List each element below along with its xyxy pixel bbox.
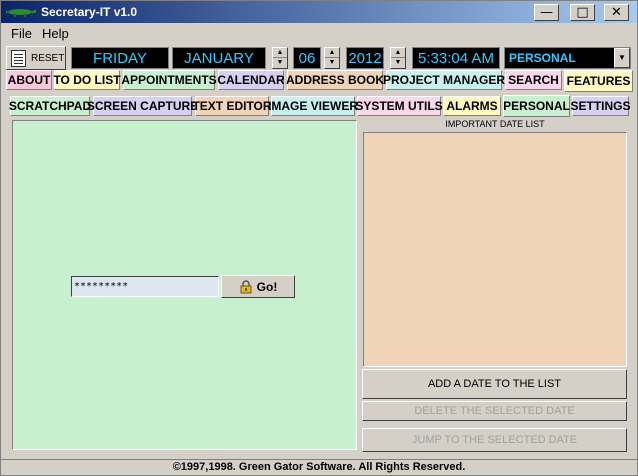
down-arrow-icon[interactable]: ▼: [391, 58, 405, 68]
month-display: JANUARY: [172, 47, 266, 69]
copyright-status: ©1997,1998. Green Gator Software. All Ri…: [1, 459, 637, 475]
jump-date-button[interactable]: JUMP TO THE SELECTED DATE: [362, 428, 627, 452]
lock-icon: [240, 279, 252, 293]
tab-address-book[interactable]: ADDRESS BOOK: [286, 70, 384, 90]
year-spinner[interactable]: ▲ ▼: [390, 47, 406, 69]
tab-system-utils[interactable]: SYSTEM UTILS: [355, 96, 443, 116]
down-arrow-icon[interactable]: ▼: [273, 58, 287, 68]
tab-personal[interactable]: PERSONAL: [503, 95, 570, 117]
date-spinner[interactable]: ▲ ▼: [324, 47, 340, 69]
reset-button[interactable]: RESET: [6, 46, 66, 70]
menu-file[interactable]: File: [11, 26, 32, 41]
password-field[interactable]: *********: [71, 276, 219, 297]
minimize-button[interactable]: —: [534, 4, 559, 21]
year-display: 2012: [346, 47, 384, 69]
reset-label: RESET: [31, 52, 65, 64]
add-date-button[interactable]: ADD A DATE TO THE LIST: [362, 369, 627, 399]
app-window: Secretary-IT v1.0 — □ ✕ File Help RESET …: [0, 0, 638, 476]
tab-screen-capture[interactable]: SCREEN CAPTURE: [87, 96, 198, 116]
calendar-page-icon: [11, 49, 26, 67]
maximize-button[interactable]: □: [570, 4, 595, 21]
tab-text-editor[interactable]: TEXT EDITOR: [192, 96, 272, 116]
date-list-panel: IMPORTANT DATE LIST ADD A DATE TO THE LI…: [361, 117, 629, 452]
tab-to-do-list[interactable]: TO DO LIST: [53, 70, 121, 90]
date-list-label: IMPORTANT DATE LIST: [445, 119, 545, 129]
up-arrow-icon[interactable]: ▲: [391, 48, 405, 58]
tab-scratchpad[interactable]: SCRATCHPAD: [9, 96, 91, 116]
tab-project-manager[interactable]: PROJECT MANAGER: [383, 70, 505, 90]
up-arrow-icon[interactable]: ▲: [325, 48, 339, 58]
toolbar: RESET FRIDAY JANUARY ▲ ▼ 06 ▲ ▼ 2012 ▲ ▼ 5:…: [1, 44, 637, 72]
time-display: 5:33:04 AM: [412, 47, 500, 69]
go-button[interactable]: Go!: [221, 275, 295, 298]
down-arrow-icon[interactable]: ▼: [325, 58, 339, 68]
close-button[interactable]: ✕: [604, 4, 629, 21]
category-select[interactable]: PERSONAL ▼: [504, 47, 631, 69]
delete-date-button[interactable]: DELETE THE SELECTED DATE: [362, 401, 627, 421]
go-label: Go!: [256, 279, 278, 294]
tab-search[interactable]: SEARCH: [505, 70, 562, 90]
personal-panel: ********* Go!: [12, 120, 357, 450]
tab-settings[interactable]: SETTINGS: [571, 96, 631, 116]
tab-alarms[interactable]: ALARMS: [443, 96, 501, 116]
tab-appointments[interactable]: APPOINTMENTS: [121, 70, 217, 90]
day-display: FRIDAY: [71, 47, 169, 69]
tab-features[interactable]: FEATURES: [564, 70, 633, 92]
date-display: 06: [293, 47, 321, 69]
month-spinner[interactable]: ▲ ▼: [272, 47, 288, 69]
chevron-down-icon[interactable]: ▼: [614, 48, 630, 68]
up-arrow-icon[interactable]: ▲: [273, 48, 287, 58]
category-value: PERSONAL: [509, 51, 576, 65]
tab-about[interactable]: ABOUT: [6, 70, 52, 90]
window-title: Secretary-IT v1.0: [41, 5, 138, 19]
menu-bar: File Help: [1, 23, 637, 43]
tab-calendar[interactable]: CALENDAR: [217, 70, 285, 90]
tab-image-viewer[interactable]: IMAGE VIEWER: [268, 96, 358, 116]
date-list[interactable]: [363, 132, 627, 367]
gator-icon: [6, 9, 36, 17]
title-bar[interactable]: Secretary-IT v1.0 — □ ✕: [1, 1, 637, 23]
menu-help[interactable]: Help: [42, 26, 69, 41]
